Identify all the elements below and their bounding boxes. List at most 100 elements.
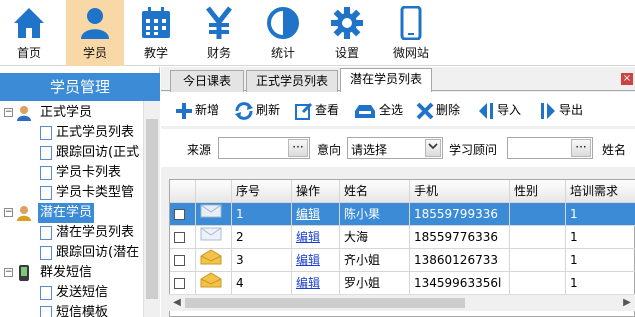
tree-item-card-type[interactable]: 学员卡类型管 [40,183,134,203]
sidebar-scrollbar[interactable] [143,101,160,317]
row-name: 罗小姐 [340,272,410,295]
edit-link[interactable]: 编辑 [296,207,320,221]
plus-icon [176,102,192,119]
nav-teaching[interactable]: 教学 [127,0,185,66]
row-phone: 18559799336 [410,203,510,226]
row-checkbox[interactable] [174,255,185,266]
export-button[interactable]: 导出 [539,98,583,122]
collapse-toggle-icon[interactable]: − [4,108,13,117]
document-icon [40,145,52,160]
nav-home-label: 首页 [16,46,41,60]
tab-today-schedule[interactable]: 今日课表 [170,70,244,92]
scrollbar-thumb[interactable] [185,298,465,308]
intent-select[interactable]: 请选择 [347,137,443,159]
column-header[interactable]: 姓名 [340,180,410,203]
person-icon [17,206,31,221]
chevron-down-icon[interactable] [425,139,441,157]
select-all-button[interactable]: 全选 [353,98,403,122]
phone-icon [19,265,29,281]
row-name: 齐小姐 [340,249,410,272]
table-row[interactable]: 2 编辑 大海 18559776336 1 [170,226,635,249]
row-checkbox[interactable] [174,278,185,289]
tree-item-sms-template[interactable]: 短信模板 [40,303,108,317]
row-gender [510,203,566,226]
open-envelope-icon [196,249,232,272]
import-label: 导入 [497,103,522,117]
nav-teaching-label: 教学 [143,46,168,60]
add-button[interactable]: 新增 [175,98,219,122]
row-no: 3 [232,249,292,272]
person-icon [81,8,109,39]
nav-students-label: 学员 [82,46,107,60]
tree-item-card-list[interactable]: 学员卡列表 [40,163,121,183]
sidebar: 学员管理 − 正式学员 正式学员列表 跟踪回访(正式 学员卡列表 学员卡类型管 … [0,67,160,317]
column-header[interactable]: 培训需求 [566,180,635,203]
row-phone: 18559776336 [410,226,510,249]
row-checkbox[interactable] [174,209,185,220]
source-field[interactable]: ··· [218,137,310,159]
nav-finance[interactable]: 财务 [190,0,248,66]
view-button[interactable]: 查看 [295,98,339,122]
document-icon [40,165,52,180]
column-header[interactable]: 操作 [292,180,340,203]
collapse-toggle-icon[interactable]: − [4,208,13,217]
import-button[interactable]: 导入 [477,98,521,122]
tree-label: 短信模板 [56,305,109,317]
tree-label: 跟踪回访(正式 [56,145,140,160]
delete-button[interactable]: 删除 [416,98,460,122]
collapse-toggle-icon[interactable]: − [4,268,13,277]
source-picker-button[interactable]: ··· [288,139,308,157]
scroll-left-icon[interactable]: ◀ [169,295,185,312]
edit-link[interactable]: 编辑 [296,253,320,267]
calendar-icon [142,7,170,38]
row-phone: 13860126733 [410,249,510,272]
table-row[interactable]: 3 编辑 齐小姐 13860126733 1 [170,249,635,272]
tree-label: 正式学员 [40,105,93,120]
tree-item-potential-followup[interactable]: 跟踪回访(潜在 [40,243,139,263]
nav-microsite-label: 微网站 [392,46,429,60]
column-header[interactable]: 序号 [232,180,292,203]
tree-item-formal-followup[interactable]: 跟踪回访(正式 [40,143,139,163]
nav-settings-label: 设置 [334,46,359,60]
consultant-label: 学习顾问 [449,143,498,157]
nav-microsite[interactable]: 微网站 [382,0,440,66]
tab-potential-student-list[interactable]: 潜在学员列表 [340,68,432,92]
nav-home[interactable]: 首页 [0,0,58,66]
tree-label: 潜在学员列表 [56,225,135,240]
grid-header-row: 序号 操作 姓名 手机 性别 培训需求 [170,180,635,203]
refresh-button[interactable]: 刷新 [234,98,280,122]
document-icon [40,185,52,200]
nav-statistics[interactable]: 统计 [254,0,312,66]
row-phone: 13459963356l [410,272,510,295]
scroll-right-icon[interactable]: ▶ [619,295,635,312]
add-label: 新增 [195,103,220,117]
name-label: 姓名 [602,143,627,157]
edit-link[interactable]: 编辑 [296,276,320,290]
close-icon [416,102,434,119]
row-need: 1 [566,226,635,249]
tree-item-potential-list[interactable]: 潜在学员列表 [40,223,134,243]
grid-horizontal-scrollbar[interactable]: ◀ ▶ [169,294,635,311]
export-label: 导出 [559,103,584,117]
column-header[interactable]: 性别 [510,180,566,203]
row-gender [510,249,566,272]
tab-formal-student-list[interactable]: 正式学员列表 [246,70,338,92]
nav-settings[interactable]: 设置 [318,0,376,66]
scrollbar-thumb[interactable] [146,119,158,299]
tree-label: 潜在学员 [38,203,95,223]
close-icon[interactable]: × [621,73,633,85]
open-envelope-icon [196,272,232,295]
table-row[interactable]: 4 编辑 罗小姐 13459963356l 1 [170,272,635,295]
tree-item-send-sms[interactable]: 发送短信 [40,283,108,303]
edit-link[interactable]: 编辑 [296,230,320,244]
consultant-field[interactable]: ··· [507,137,593,159]
consultant-picker-button[interactable]: ··· [571,139,591,157]
row-checkbox[interactable] [174,232,185,243]
document-icon [40,225,52,240]
table-row[interactable]: 1 编辑 陈小果 18559799336 1 [170,203,635,226]
column-header[interactable]: 手机 [410,180,510,203]
nav-students[interactable]: 学员 [66,0,124,66]
tree-item-formal-student-list[interactable]: 正式学员列表 [40,123,134,143]
tree-label: 正式学员列表 [56,125,135,140]
sidebar-title: 学员管理 [0,73,160,101]
